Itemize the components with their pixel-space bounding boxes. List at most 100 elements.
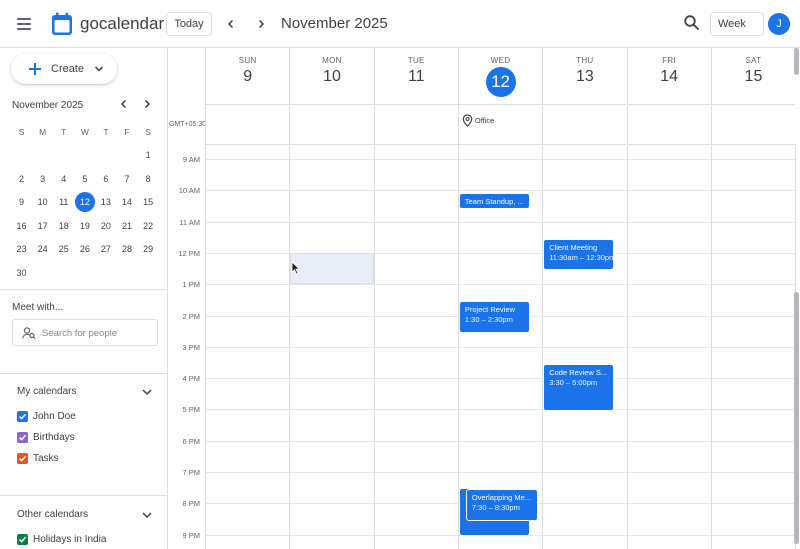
all-day-cell[interactable]: [205, 105, 290, 145]
calendar-event[interactable]: Overlapping Me... 7:30 – 8:30pm: [465, 489, 538, 521]
hour-label: 9 PM: [182, 530, 200, 540]
search-button[interactable]: [682, 13, 702, 33]
mini-calendar-empty: [116, 145, 137, 165]
day-header[interactable]: SUN 9: [205, 48, 290, 105]
checkbox-checked-icon[interactable]: [17, 431, 28, 443]
all-day-cell[interactable]: [289, 105, 374, 145]
calendar-event[interactable]: Project Review 1:30 – 2:30pm: [458, 301, 530, 333]
menu-bar-top: [17, 18, 31, 20]
calendar-item[interactable]: John Doe: [17, 409, 76, 423]
day-name: TUE: [407, 56, 425, 65]
hovered-time-slot[interactable]: [290, 252, 374, 285]
calendar-item[interactable]: Holidays in India: [17, 532, 106, 546]
current-month-title: November 2025: [281, 15, 388, 32]
checkbox-checked-icon[interactable]: [17, 452, 28, 464]
people-search-box[interactable]: [12, 319, 158, 346]
day-header[interactable]: TUE 11: [373, 48, 458, 105]
next-week-button[interactable]: [251, 12, 271, 36]
today-date-badge[interactable]: 12: [485, 67, 516, 97]
mini-calendar-day[interactable]: 25: [53, 239, 74, 259]
day-number[interactable]: 14: [628, 68, 711, 86]
mini-calendar-day[interactable]: 18: [53, 216, 74, 236]
hour-label: 2 PM: [182, 311, 200, 321]
chevron-left-icon: [120, 99, 127, 109]
day-header[interactable]: SAT 15: [710, 48, 796, 105]
mini-calendar-day[interactable]: 8: [138, 169, 159, 189]
mini-calendar-next-button[interactable]: [140, 97, 154, 111]
mini-calendar-day[interactable]: 24: [32, 239, 53, 259]
sidebar: Create November 2025 S M T W T F S 1 2 3 4 5 6 7 8 9 10 1…: [0, 48, 168, 549]
other-calendars-header[interactable]: Other calendars: [17, 509, 153, 520]
mini-calendar-day[interactable]: 9: [11, 192, 32, 212]
mini-calendar-day[interactable]: 5: [74, 169, 95, 189]
mini-calendar-day[interactable]: 11: [53, 192, 74, 212]
chevron-right-icon: [144, 99, 151, 109]
mini-calendar-day[interactable]: 22: [138, 216, 159, 236]
day-number[interactable]: 11: [375, 68, 458, 86]
day-number[interactable]: 15: [712, 68, 795, 86]
day-header[interactable]: MON 10: [289, 48, 374, 105]
scrollbar-thumb[interactable]: [794, 292, 799, 544]
people-search-input[interactable]: [42, 325, 152, 341]
checkbox-checked-icon[interactable]: [17, 533, 28, 545]
mini-calendar-day[interactable]: 13: [95, 192, 116, 212]
mini-calendar-prev-button[interactable]: [117, 97, 131, 111]
mini-calendar-day[interactable]: 21: [116, 216, 137, 236]
working-location-chip[interactable]: Office: [462, 114, 494, 127]
mini-calendar-day[interactable]: 29: [138, 239, 159, 259]
mini-calendar-empty: [53, 145, 74, 165]
user-avatar[interactable]: J: [768, 13, 790, 35]
all-day-cell[interactable]: [626, 105, 711, 145]
day-number[interactable]: 10: [290, 68, 373, 86]
hour-label: 12 PM: [178, 248, 200, 258]
mini-calendar-day[interactable]: 14: [116, 192, 137, 212]
mini-calendar-day[interactable]: 26: [74, 239, 95, 259]
hour-gridline: [205, 190, 796, 192]
all-day-cell[interactable]: [710, 105, 796, 145]
vertical-scrollbar[interactable]: [794, 48, 800, 549]
day-number[interactable]: 13: [543, 68, 626, 86]
mini-calendar-day[interactable]: 20: [95, 216, 116, 236]
mini-calendar-day[interactable]: 12: [74, 192, 95, 213]
checkbox-checked-icon[interactable]: [17, 410, 28, 422]
calendar-item[interactable]: Tasks: [17, 451, 59, 465]
mini-calendar-day[interactable]: 3: [32, 169, 53, 189]
mini-calendar-day[interactable]: 23: [11, 239, 32, 259]
day-number[interactable]: 9: [206, 68, 289, 86]
mini-calendar-day[interactable]: 1: [138, 145, 159, 165]
mini-calendar-day[interactable]: 6: [95, 169, 116, 189]
all-day-cell[interactable]: Office: [457, 105, 543, 145]
main-menu-button[interactable]: [12, 12, 36, 36]
mini-calendar-day[interactable]: 19: [74, 216, 95, 236]
create-button[interactable]: Create: [11, 54, 117, 84]
mini-calendar-day[interactable]: 17: [32, 216, 53, 236]
calendar-event[interactable]: Client Meeting 11:30am – 12:30pm: [543, 238, 615, 271]
day-name: FRI: [662, 56, 677, 65]
scrollbar-thumb-top[interactable]: [794, 48, 799, 75]
mini-calendar-day[interactable]: 16: [11, 216, 32, 236]
all-day-cell[interactable]: [373, 105, 458, 145]
hour-label: 3 PM: [182, 342, 200, 352]
day-header[interactable]: THU 13: [542, 48, 627, 105]
calendar-event[interactable]: Code Review S... 3:30 – 5:00pm: [543, 364, 615, 411]
mini-calendar-day[interactable]: 7: [116, 169, 137, 189]
day-header[interactable]: WED 12: [457, 48, 543, 105]
view-selector[interactable]: Week: [710, 12, 764, 36]
mini-calendar-day[interactable]: 27: [95, 239, 116, 259]
my-calendars-header[interactable]: My calendars: [17, 386, 153, 397]
mini-calendar-day[interactable]: 4: [53, 169, 74, 189]
mini-calendar-day[interactable]: 30: [11, 263, 32, 283]
mini-calendar-day[interactable]: 15: [138, 192, 159, 212]
previous-week-button[interactable]: [221, 12, 241, 36]
calendar-item[interactable]: Birthdays: [17, 430, 75, 444]
mini-calendar-day[interactable]: 28: [116, 239, 137, 259]
day-header[interactable]: FRI 14: [626, 48, 711, 105]
mini-calendar-day[interactable]: 10: [32, 192, 53, 212]
week-view: SUN 9 MON 10 TUE 11 WED 12 THU 13 FRI 14 SAT 15 GMT+0…: [169, 48, 800, 549]
calendar-event[interactable]: Team Standup, ...: [458, 193, 530, 210]
all-day-cell[interactable]: [542, 105, 627, 145]
sidebar-divider: [0, 289, 167, 290]
today-button[interactable]: Today: [166, 12, 212, 36]
mini-calendar-day[interactable]: 2: [11, 169, 32, 189]
other-calendars-title: Other calendars: [17, 509, 89, 520]
